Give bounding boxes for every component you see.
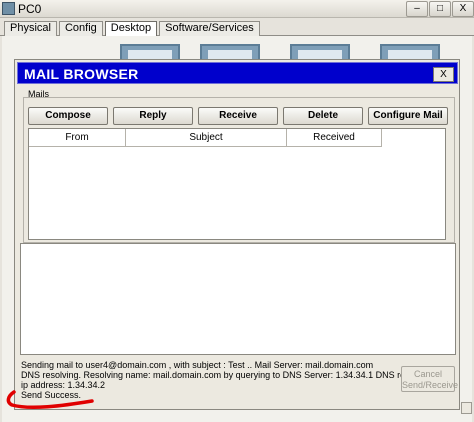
mails-group-label: Mails (28, 89, 50, 99)
red-underline-annotation (6, 390, 94, 410)
tab-config[interactable]: Config (58, 21, 103, 36)
mail-preview-pane[interactable] (20, 243, 456, 355)
tab-physical[interactable]: Physical (4, 21, 57, 36)
mail-browser-title: MAIL BROWSER (24, 66, 139, 82)
maximize-button[interactable]: □ (429, 1, 451, 17)
mail-browser-window: MAIL BROWSER X Mails Compose Reply Recei… (14, 59, 460, 410)
mail-list-table[interactable]: From Subject Received (28, 128, 446, 240)
cancel-send-receive-button: Cancel Send/Receive (401, 366, 459, 392)
delete-button[interactable]: Delete (283, 107, 363, 125)
log-line: Sending mail to user4@domain.com , with … (21, 360, 374, 370)
send-receive-label: Send/Receive (402, 380, 459, 390)
minimize-button[interactable]: – (406, 1, 428, 17)
receive-button[interactable]: Receive (198, 107, 278, 125)
mail-browser-close-button[interactable]: X (433, 67, 454, 82)
column-header-subject[interactable]: Subject (126, 129, 287, 147)
window-title-bar: PC0 – □ X (0, 0, 474, 18)
window-title: PC0 (18, 2, 42, 16)
mail-browser-title-bar: MAIL BROWSER X (17, 62, 458, 84)
resize-grip[interactable] (461, 402, 472, 414)
cancel-label: Cancel (413, 369, 442, 379)
log-line: DNS resolving. Resolving name: mail.doma… (21, 370, 432, 380)
column-header-received[interactable]: Received (287, 129, 382, 147)
reply-button[interactable]: Reply (113, 107, 193, 125)
pc-icon (2, 2, 15, 15)
mail-list-header: From Subject Received (29, 129, 445, 147)
tab-bar: Physical Config Desktop Software/Service… (4, 21, 262, 36)
window-controls: – □ X (405, 0, 474, 18)
configure-mail-button[interactable]: Configure Mail (368, 107, 448, 125)
tab-desktop[interactable]: Desktop (104, 21, 158, 36)
tab-software-services[interactable]: Software/Services (159, 21, 260, 36)
close-button[interactable]: X (452, 1, 474, 17)
compose-button[interactable]: Compose (28, 107, 108, 125)
column-header-from[interactable]: From (29, 129, 126, 147)
